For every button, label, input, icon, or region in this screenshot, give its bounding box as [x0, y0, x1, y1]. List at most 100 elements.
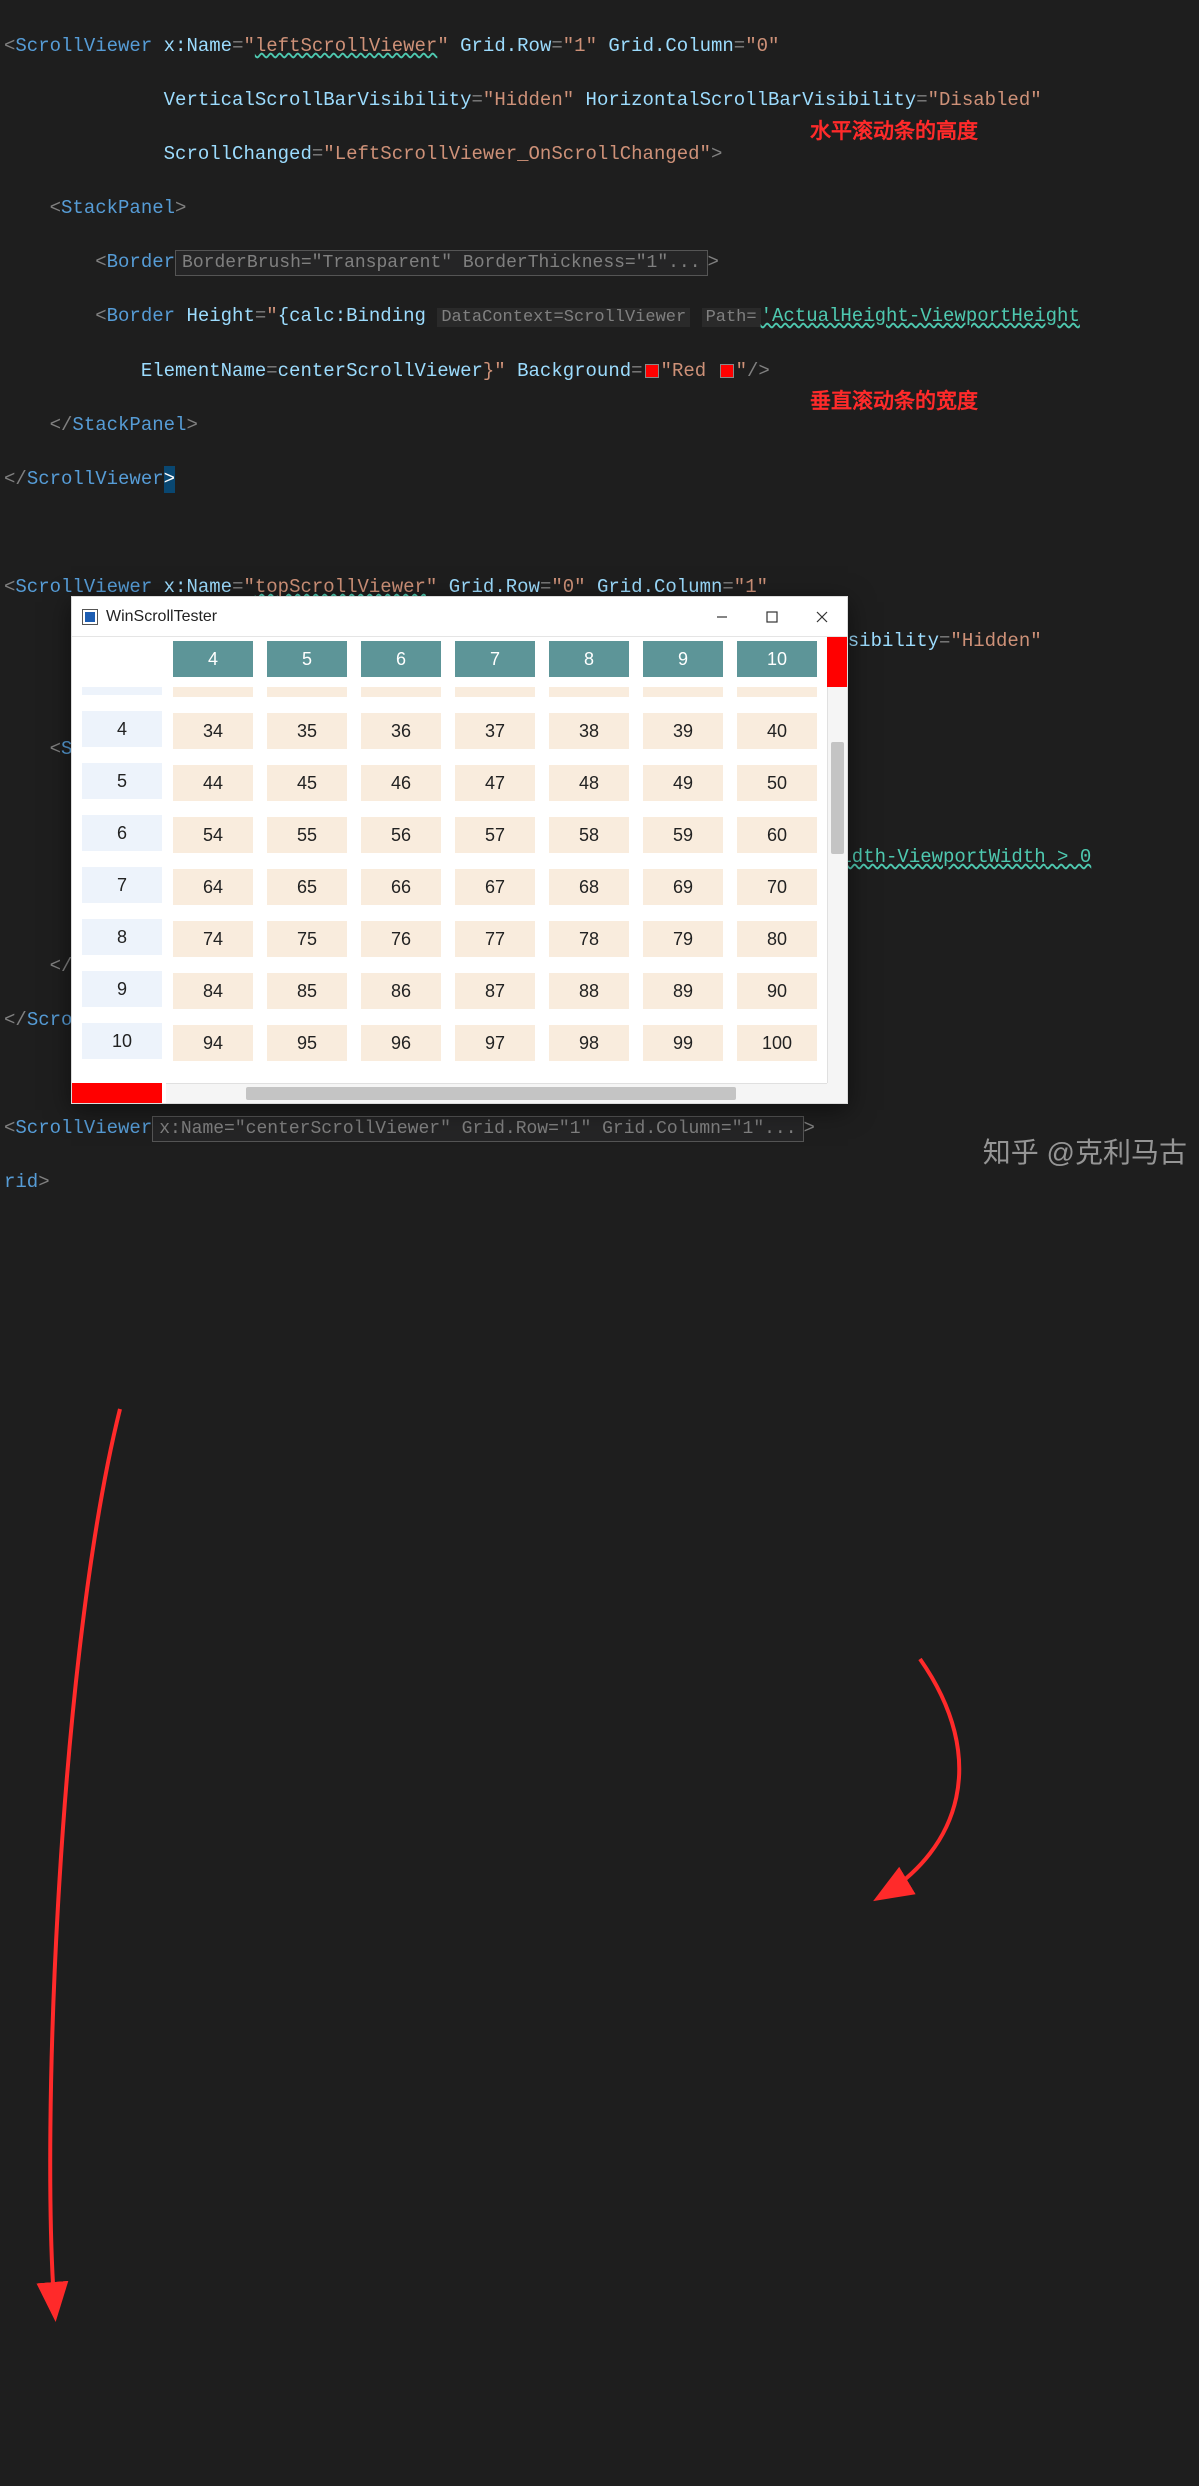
- row-header: 4: [82, 711, 162, 747]
- data-cell: [737, 687, 817, 697]
- close-button[interactable]: [797, 597, 847, 637]
- data-cell: 88: [549, 973, 629, 1009]
- column-header: 10: [737, 641, 817, 677]
- data-cell: 65: [267, 869, 347, 905]
- table-row: 34353637383940: [166, 705, 827, 757]
- window-title: WinScrollTester: [106, 608, 697, 626]
- data-cell: 84: [173, 973, 253, 1009]
- red-width-indicator: [827, 637, 847, 687]
- data-cell: 66: [361, 869, 441, 905]
- horizontal-scrollbar[interactable]: [166, 1083, 827, 1103]
- data-cell: 45: [267, 765, 347, 801]
- data-cell: 49: [643, 765, 723, 801]
- app-window: WinScrollTester 45678910 45678910 343536…: [71, 596, 848, 1104]
- column-header: 4: [173, 641, 253, 677]
- data-cell: [455, 687, 535, 697]
- data-cell: 47: [455, 765, 535, 801]
- data-cell: 56: [361, 817, 441, 853]
- maximize-button[interactable]: [747, 597, 797, 637]
- data-cell: 74: [173, 921, 253, 957]
- color-swatch-icon: [720, 364, 734, 378]
- column-header: 9: [643, 641, 723, 677]
- data-cell: 36: [361, 713, 441, 749]
- data-cell: [267, 687, 347, 697]
- data-cell: 96: [361, 1025, 441, 1061]
- red-height-indicator: [72, 1083, 162, 1103]
- data-cell: 78: [549, 921, 629, 957]
- titlebar[interactable]: WinScrollTester: [72, 597, 847, 637]
- data-cell: 50: [737, 765, 817, 801]
- data-cell: 94: [173, 1025, 253, 1061]
- row-header: 6: [82, 815, 162, 851]
- column-header: 7: [455, 641, 535, 677]
- data-cell: 77: [455, 921, 535, 957]
- data-grid[interactable]: 3435363738394044454647484950545556575859…: [166, 687, 827, 1083]
- data-cell: 70: [737, 869, 817, 905]
- row-header: 7: [82, 867, 162, 903]
- watermark: 知乎 @克利马古: [983, 1131, 1187, 1171]
- tag-scrollviewer: ScrollViewer: [15, 35, 152, 57]
- data-cell: 69: [643, 869, 723, 905]
- top-header-row: 456789 10: [166, 637, 827, 687]
- data-cell: 46: [361, 765, 441, 801]
- data-cell: 59: [643, 817, 723, 853]
- data-cell: 34: [173, 713, 253, 749]
- row-header: 9: [82, 971, 162, 1007]
- row-header: 5: [82, 763, 162, 799]
- data-cell: 64: [173, 869, 253, 905]
- color-swatch-icon: [645, 364, 659, 378]
- data-cell: 54: [173, 817, 253, 853]
- annotation-vertical: 垂直滚动条的宽度: [810, 385, 978, 415]
- annotation-horizontal: 水平滚动条的高度: [810, 115, 978, 145]
- data-cell: 86: [361, 973, 441, 1009]
- data-cell: 95: [267, 1025, 347, 1061]
- column-header: 5: [267, 641, 347, 677]
- table-row: 64 65 66 67 68 69 70: [166, 861, 827, 913]
- table-row: 44 45 46 47 48 49 50: [166, 757, 827, 809]
- collapsed-region[interactable]: x:Name="centerScrollViewer" Grid.Row="1"…: [152, 1116, 803, 1142]
- data-cell: [173, 687, 253, 697]
- scroll-corner: [827, 1083, 847, 1103]
- collapsed-region[interactable]: BorderBrush="Transparent" BorderThicknes…: [175, 250, 707, 276]
- data-cell: 80: [737, 921, 817, 957]
- scrollbar-thumb[interactable]: [246, 1087, 736, 1100]
- data-cell: 79: [643, 921, 723, 957]
- data-cell: 40: [737, 713, 817, 749]
- data-cell: 58: [549, 817, 629, 853]
- data-cell: [361, 687, 441, 697]
- app-icon: [82, 609, 98, 625]
- table-row: 74 75 76 77 78 79 80: [166, 913, 827, 965]
- data-cell: 35: [267, 713, 347, 749]
- data-cell: 87: [455, 973, 535, 1009]
- row-header: 8: [82, 919, 162, 955]
- table-row: 84 85 86 87 88 89 90: [166, 965, 827, 1017]
- column-header: 6: [361, 641, 441, 677]
- data-cell: 89: [643, 973, 723, 1009]
- data-cell: [643, 687, 723, 697]
- data-cell: 55: [267, 817, 347, 853]
- data-cell: 85: [267, 973, 347, 1009]
- data-cell: 98: [549, 1025, 629, 1061]
- data-cell: 97: [455, 1025, 535, 1061]
- data-cell: 68: [549, 869, 629, 905]
- data-cell: 99: [643, 1025, 723, 1061]
- arrow-annotations-icon: [0, 1229, 1199, 2486]
- vertical-scrollbar[interactable]: [827, 687, 847, 1083]
- data-cell: 75: [267, 921, 347, 957]
- data-cell: 57: [455, 817, 535, 853]
- data-cell: [549, 687, 629, 697]
- minimize-button[interactable]: [697, 597, 747, 637]
- data-cell: 39: [643, 713, 723, 749]
- data-cell: 48: [549, 765, 629, 801]
- data-cell: 44: [173, 765, 253, 801]
- app-body: 45678910 45678910 3435363738394044454647…: [72, 637, 847, 1103]
- data-cell: 67: [455, 869, 535, 905]
- data-cell: 60: [737, 817, 817, 853]
- data-cell: 90: [737, 973, 817, 1009]
- scrollbar-thumb[interactable]: [831, 742, 844, 854]
- table-row: 949596979899100: [166, 1017, 827, 1069]
- tag-stackpanel: StackPanel: [61, 197, 175, 219]
- data-cell: 76: [361, 921, 441, 957]
- column-header: 8: [549, 641, 629, 677]
- table-row: 54 55 56 57 58 59 60: [166, 809, 827, 861]
